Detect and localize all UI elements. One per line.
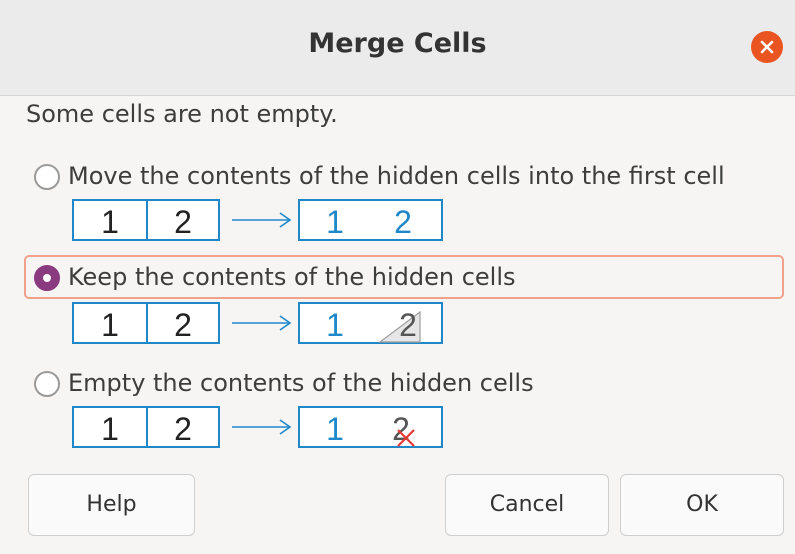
- option-empty-contents[interactable]: Empty the contents of the hidden cells: [24, 361, 784, 405]
- option-label: Empty the contents of the hidden cells: [68, 369, 534, 397]
- cell-right-2: 2: [394, 204, 412, 240]
- cell-right-1: 1: [326, 204, 344, 240]
- close-icon: [760, 40, 774, 54]
- cell-left-2: 2: [174, 307, 192, 343]
- radio-move-contents[interactable]: [34, 164, 60, 190]
- ok-button[interactable]: OK: [620, 474, 784, 536]
- cell-left-1: 1: [101, 411, 119, 447]
- radio-keep-contents[interactable]: [34, 265, 60, 291]
- option-label: Keep the contents of the hidden cells: [68, 263, 516, 291]
- cell-left-1: 1: [101, 307, 119, 343]
- option-move-contents[interactable]: Move the contents of the hidden cells in…: [24, 154, 784, 198]
- diagram-move: 1 2 1 2: [72, 199, 444, 244]
- radio-empty-contents[interactable]: [34, 371, 60, 397]
- cell-right-1: 1: [326, 411, 344, 447]
- cell-right-1: 1: [326, 307, 344, 343]
- option-keep-contents[interactable]: Keep the contents of the hidden cells: [24, 255, 784, 299]
- diagram-keep: 1 2 1 2: [72, 302, 444, 347]
- help-button[interactable]: Help: [28, 474, 195, 536]
- cell-left-1: 1: [101, 204, 119, 240]
- info-message: Some cells are not empty.: [26, 100, 338, 128]
- option-label: Move the contents of the hidden cells in…: [68, 162, 725, 190]
- title-bar: Merge Cells: [0, 0, 795, 96]
- cancel-button[interactable]: Cancel: [445, 474, 609, 536]
- close-button[interactable]: [751, 31, 783, 63]
- cell-left-2: 2: [174, 204, 192, 240]
- dialog-title: Merge Cells: [308, 28, 487, 59]
- diagram-empty: 1 2 1 2: [72, 406, 444, 451]
- cell-right-2-hidden: 2: [399, 307, 417, 343]
- cell-left-2: 2: [174, 411, 192, 447]
